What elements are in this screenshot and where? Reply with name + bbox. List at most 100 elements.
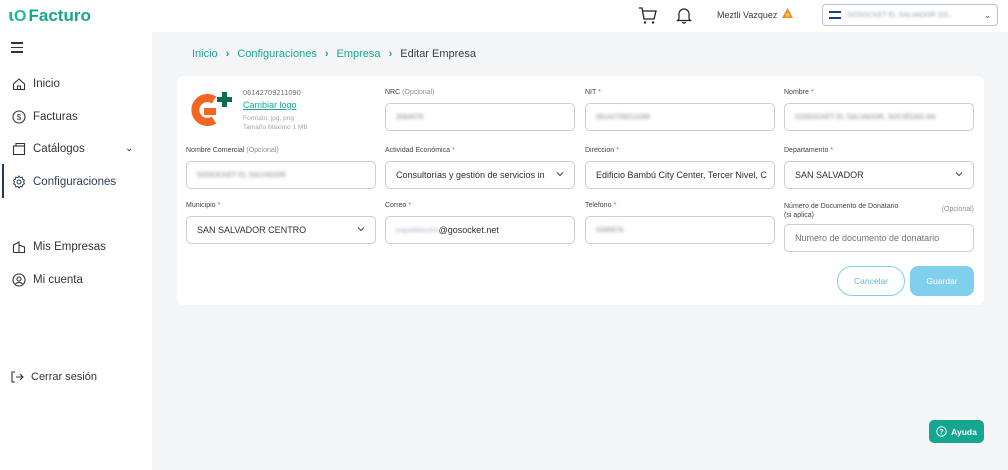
- sidebar-item-mis-empresas[interactable]: Mis Empresas: [12, 237, 106, 257]
- logo-mark: ꙇO: [8, 8, 26, 25]
- telefono-field: Telefono * 5346678: [585, 202, 775, 244]
- donatario-input[interactable]: Numero de documento de donatario: [784, 224, 974, 252]
- optional-hint: (Opcional): [941, 206, 974, 213]
- logo-format-hint: Formato: jpg, png: [243, 115, 294, 122]
- municipio-value: SAN SALVADOR CENTRO: [197, 225, 307, 235]
- telefono-value: 5346678: [596, 226, 624, 234]
- company-id: 06142709211090: [243, 88, 301, 97]
- nombre-field: Nombre * GOSOCKET EL SALVADOR, SOCIEDAD A…: [784, 89, 974, 131]
- breadcrumb-configuraciones[interactable]: Configuraciones: [237, 48, 317, 60]
- nrc-value: 3084678: [396, 113, 424, 121]
- company-logo-image[interactable]: [186, 92, 236, 128]
- user-circle-icon: [12, 273, 26, 287]
- sidebar-item-label: Configuraciones: [33, 176, 117, 188]
- catalog-icon: [12, 142, 26, 156]
- donatario-label: Número de Documento de Donatario (si apl…: [784, 203, 899, 219]
- logout-button[interactable]: Cerrar sesión: [10, 367, 97, 387]
- correo-label: Correo: [385, 202, 407, 209]
- sidebar-item-catalogos[interactable]: Catálogos: [12, 139, 85, 159]
- departamento-field: Departamento * SAN SALVADOR: [784, 147, 974, 189]
- telefono-label: Telefono: [585, 202, 612, 209]
- company-form-card: 06142709211090 Cambiar logo Formato: jpg…: [177, 76, 984, 305]
- nombre-comercial-label: Nombre Comercial: [186, 147, 245, 154]
- help-button[interactable]: ? Ayuda: [929, 420, 984, 443]
- nombre-comercial-input[interactable]: GOSOCKET EL SALVADOR: [186, 161, 376, 189]
- optional-hint: (Opcional): [246, 147, 279, 154]
- logout-label: Cerrar sesión: [31, 371, 98, 383]
- active-indicator: [2, 164, 4, 198]
- dollar-icon: $: [12, 110, 26, 124]
- telefono-input[interactable]: 5346678: [585, 216, 775, 244]
- sidebar-item-label: Mis Empresas: [33, 241, 106, 253]
- actividad-field: Actividad Económica * Consultorías y gest…: [385, 147, 575, 189]
- direccion-value: Edificio Bambú City Center, Tercer Nivel…: [596, 170, 767, 180]
- donatario-placeholder: Numero de documento de donatario: [795, 233, 940, 243]
- company-selector[interactable]: GOSOCKET EL SALVADOR SO... ⌄: [822, 4, 998, 26]
- chevron-down-icon[interactable]: ⌄: [125, 143, 133, 154]
- help-label: Ayuda: [951, 426, 977, 437]
- sidebar-item-label: Facturas: [33, 111, 78, 123]
- sidebar-item-facturas[interactable]: $ Facturas: [12, 107, 78, 127]
- app-logo[interactable]: ꙇO Facturo: [8, 6, 91, 26]
- municipio-select[interactable]: SAN SALVADOR CENTRO: [186, 216, 376, 244]
- user-name[interactable]: Meztli Vazquez: [717, 10, 777, 20]
- chevron-right-icon: ›: [388, 48, 393, 60]
- nombre-comercial-field: Nombre Comercial (Opcional) GOSOCKET EL S…: [186, 147, 376, 189]
- company-selected: GOSOCKET EL SALVADOR SO...: [847, 11, 954, 19]
- breadcrumb: Inicio › Configuraciones › Empresa › Edi…: [192, 48, 476, 60]
- chevron-down-icon: [556, 172, 564, 177]
- municipio-field: Municipio * SAN SALVADOR CENTRO: [186, 202, 376, 244]
- chevron-down-icon: ⌄: [984, 10, 991, 20]
- nit-field: NIT * 06142709211090: [585, 89, 775, 131]
- municipio-label: Municipio: [186, 202, 216, 209]
- actividad-value: Consultorías y gestión de servicios in: [396, 170, 545, 180]
- breadcrumb-empresa[interactable]: Empresa: [337, 48, 381, 60]
- chevron-right-icon: ›: [225, 48, 230, 60]
- sidebar-item-mi-cuenta[interactable]: Mi cuenta: [12, 270, 83, 290]
- departamento-select[interactable]: SAN SALVADOR: [784, 161, 974, 189]
- nit-input[interactable]: 06142709211090: [585, 103, 775, 131]
- chevron-right-icon: ›: [324, 48, 329, 60]
- correo-input[interactable]: pagodelasutna @gosocket.net: [385, 216, 575, 244]
- top-bar: ꙇO Facturo Meztli Vazquez GOSOCKET EL SA…: [0, 0, 1008, 32]
- bell-icon[interactable]: [676, 6, 692, 24]
- direccion-input[interactable]: Edificio Bambú City Center, Tercer Nivel…: [585, 161, 775, 189]
- breadcrumb-inicio[interactable]: Inicio: [192, 48, 218, 60]
- nrc-label: NRC: [385, 89, 401, 96]
- nombre-label: Nombre: [784, 89, 809, 96]
- correo-field: Correo * pagodelasutna @gosocket.net: [385, 202, 575, 244]
- nit-value: 06142709211090: [596, 113, 650, 121]
- sidebar-item-label: Inicio: [33, 78, 60, 90]
- change-logo-link[interactable]: Cambiar logo: [243, 100, 297, 110]
- breadcrumb-current: Editar Empresa: [400, 48, 477, 60]
- gear-icon: [12, 175, 26, 189]
- sidebar-item-label: Catálogos: [33, 143, 85, 155]
- logo-text: Facturo: [28, 6, 91, 25]
- nombre-comercial-value: GOSOCKET EL SALVADOR: [197, 171, 286, 179]
- home-icon: [12, 78, 26, 91]
- sidebar-item-inicio[interactable]: Inicio: [12, 74, 60, 94]
- direccion-label: Direccion: [585, 147, 615, 154]
- nombre-input[interactable]: GOSOCKET EL SALVADOR, SOCIEDAD AN: [784, 103, 974, 131]
- menu-icon[interactable]: [11, 42, 23, 53]
- correo-user: pagodelasutna: [396, 226, 439, 234]
- save-button[interactable]: Guardar: [910, 266, 974, 296]
- svg-text:?: ?: [940, 429, 944, 436]
- actividad-select[interactable]: Consultorías y gestión de servicios in: [385, 161, 575, 189]
- departamento-value: SAN SALVADOR: [795, 170, 864, 180]
- correo-domain: @gosocket.net: [438, 225, 499, 235]
- donatario-field: Número de Documento de Donatario (si apl…: [784, 202, 974, 252]
- logo-section: 06142709211090 Cambiar logo Formato: jpg…: [186, 86, 366, 136]
- chevron-down-icon: [955, 172, 963, 177]
- flag-icon: [829, 11, 841, 19]
- sidebar-item-configuraciones[interactable]: Configuraciones: [12, 172, 116, 192]
- chevron-down-icon: [357, 227, 365, 232]
- nrc-field: NRC (Opcional) 3084678: [385, 89, 575, 131]
- sidebar: Inicio $ Facturas Catálogos ⌄ Configurac…: [0, 32, 152, 470]
- cart-icon[interactable]: [638, 6, 658, 26]
- help-icon: ?: [936, 426, 947, 437]
- optional-hint: (Opcional): [402, 89, 435, 96]
- cancel-button[interactable]: Cancelar: [837, 266, 905, 296]
- sidebar-item-label: Mi cuenta: [33, 274, 83, 286]
- nrc-input[interactable]: 3084678: [385, 103, 575, 131]
